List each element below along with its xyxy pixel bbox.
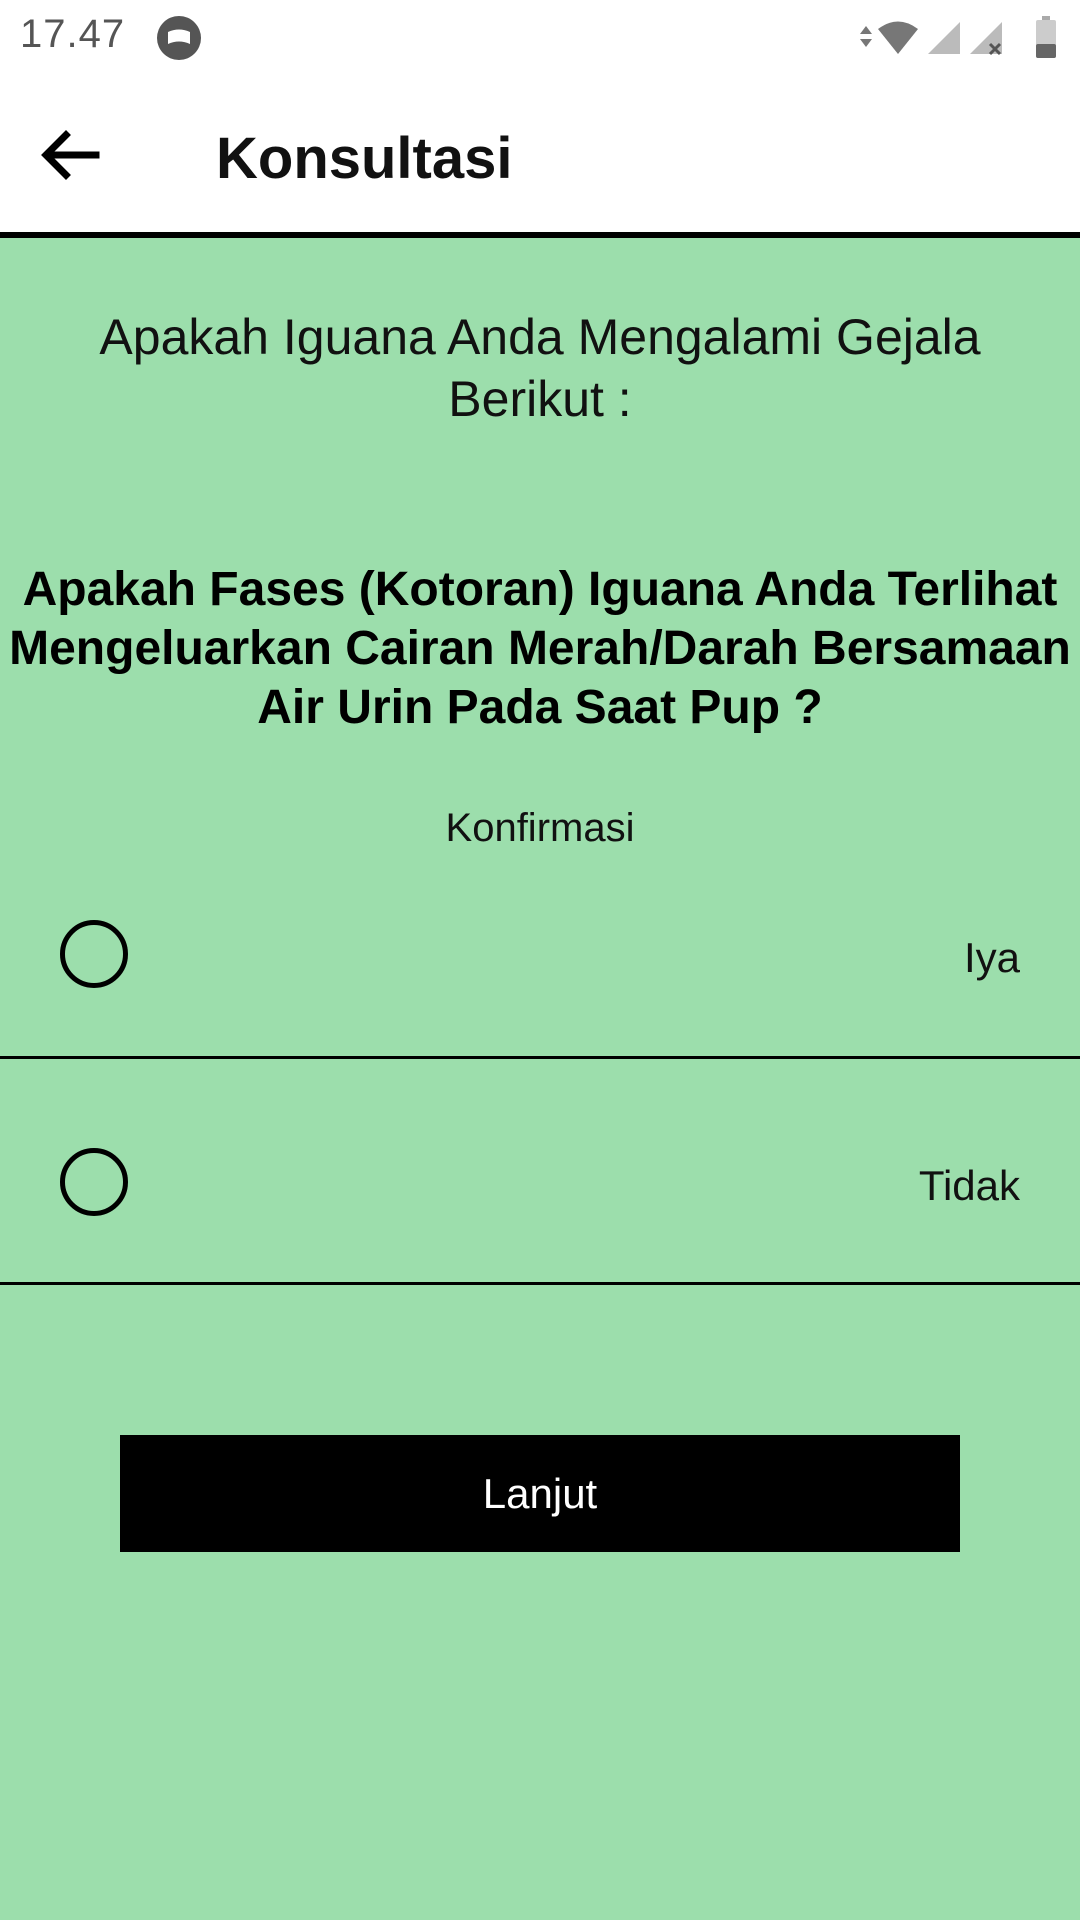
status-bar: 17.47 [0,0,1080,72]
radio-tidak[interactable] [60,1148,128,1216]
radio-iya[interactable] [60,920,128,988]
wifi-icon [878,21,918,54]
back-button[interactable] [30,120,110,190]
battery-icon [1036,16,1056,58]
symptom-heading: Apakah Iguana Anda Mengalami Gejala Beri… [99,309,981,427]
status-time: 17.47 [20,12,126,56]
signal-icon [928,22,960,54]
status-icons [860,14,1060,60]
app-bar-divider [0,232,1080,238]
next-button[interactable]: Lanjut [120,1435,960,1552]
notification-icon [156,15,202,61]
option-iya-label: Iya [963,934,1020,981]
option-tidak-label: Tidak [918,1162,1020,1209]
arrow-back-icon [41,130,100,180]
symptom-question: Apakah Fases (Kotoran) Iguana Anda Terli… [9,563,1071,734]
data-arrows-icon [860,26,872,47]
signal-no-sim-icon [970,22,1002,56]
page-title: Konsultasi [216,126,513,191]
app-bar [0,72,1080,232]
option-tidak-row[interactable]: Tidak [0,1056,1080,1285]
option-iya-row[interactable]: Iya [0,830,1080,1059]
